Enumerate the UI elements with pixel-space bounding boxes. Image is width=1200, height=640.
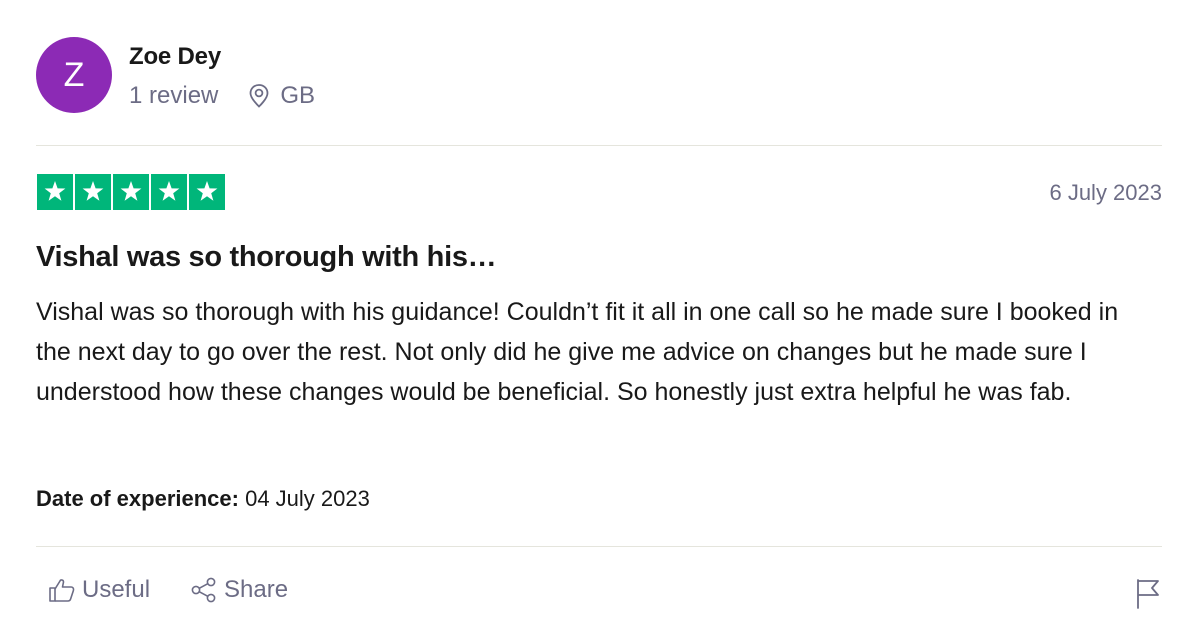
map-pin-icon — [249, 84, 269, 108]
reviewer-name[interactable]: Zoe Dey — [129, 43, 221, 71]
review-date: 6 July 2023 — [1049, 180, 1162, 205]
review-count: 1 review — [129, 82, 219, 109]
review-card: Z Zoe Dey 1 review GB 6 July 2023 Vishal… — [0, 0, 1200, 640]
star-4-icon — [151, 174, 187, 210]
date-of-experience: Date of experience: 04 July 2023 — [36, 486, 370, 512]
reviewer-location: GB — [248, 82, 315, 110]
review-actions: Useful Share — [48, 576, 328, 604]
star-5-icon — [189, 174, 225, 210]
useful-label: Useful — [82, 576, 151, 603]
share-label: Share — [224, 576, 289, 603]
star-1-icon — [37, 174, 73, 210]
reviewer-meta: 1 review GB — [129, 82, 315, 110]
report-button[interactable] — [1134, 578, 1162, 610]
location-label: GB — [280, 82, 316, 109]
share-button[interactable]: Share — [190, 576, 288, 604]
thumbs-up-icon — [49, 579, 75, 602]
experience-date: 04 July 2023 — [245, 486, 370, 511]
star-3-icon — [113, 174, 149, 210]
header-divider — [36, 145, 1162, 146]
experience-label: Date of experience: — [36, 486, 239, 511]
star-2-icon — [75, 174, 111, 210]
footer-divider — [36, 546, 1162, 547]
flag-icon — [1137, 579, 1159, 609]
avatar[interactable]: Z — [36, 37, 112, 113]
star-rating — [37, 174, 225, 210]
share-icon — [191, 577, 216, 603]
useful-button[interactable]: Useful — [48, 576, 150, 604]
review-body: Vishal was so thorough with his guidance… — [36, 298, 1119, 406]
review-title[interactable]: Vishal was so thorough with his… — [36, 241, 497, 274]
avatar-initial: Z — [63, 55, 85, 94]
